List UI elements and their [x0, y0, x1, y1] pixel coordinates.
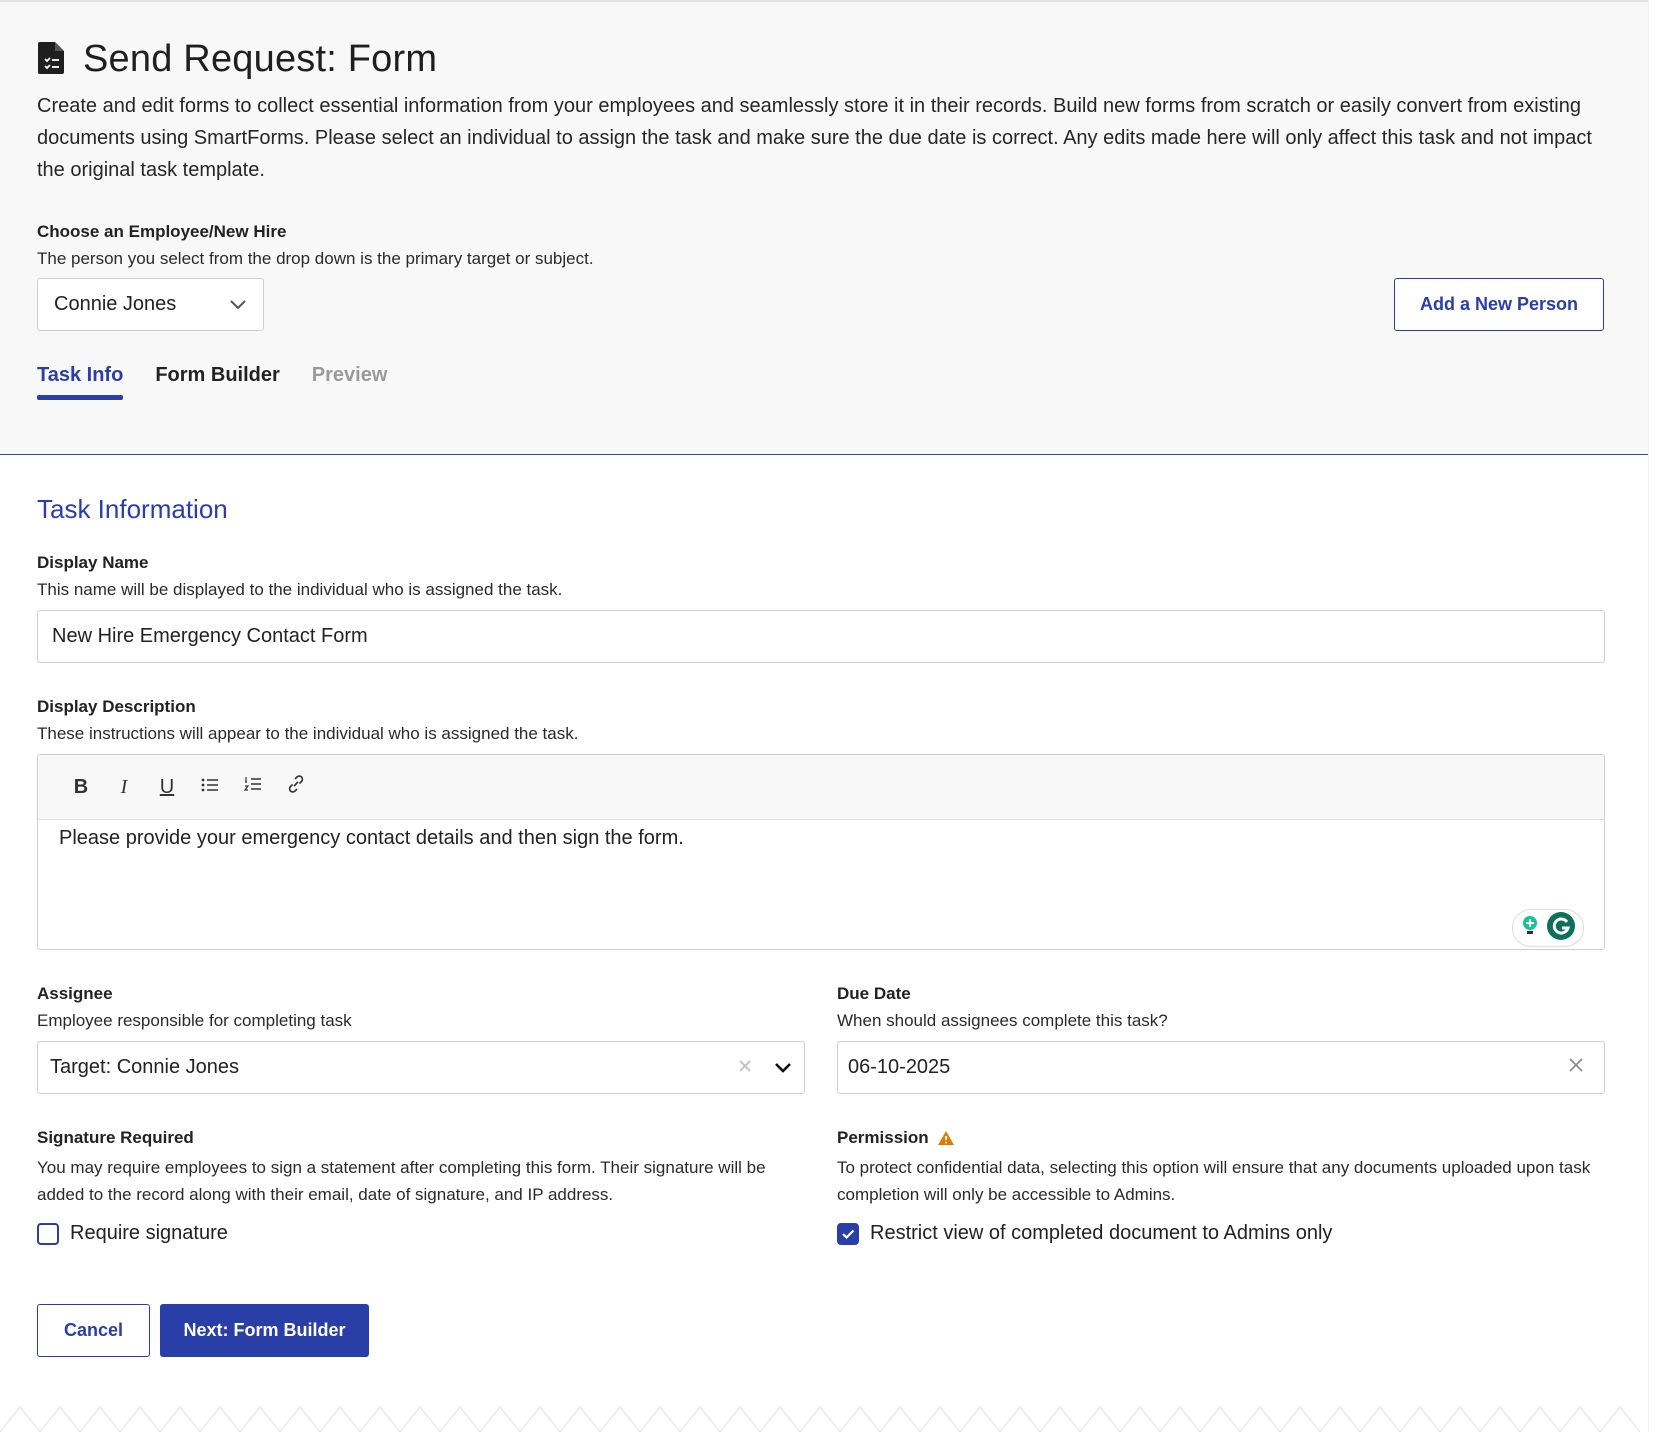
bold-button[interactable]: B: [60, 769, 102, 805]
decorative-footer-pattern: [0, 1403, 1648, 1432]
numbered-list-icon: [243, 775, 262, 799]
tab-form-builder[interactable]: Form Builder: [155, 364, 279, 400]
display-name-label: Display Name: [37, 553, 149, 572]
tab-preview[interactable]: Preview: [312, 364, 388, 400]
assignee-hint: Employee responsible for completing task: [37, 1011, 352, 1030]
page: Send Request: Form Create and edit forms…: [0, 0, 1648, 1432]
permission-label-row: Permission: [837, 1128, 955, 1148]
permission-hint: To protect confidential data, selecting …: [837, 1158, 1591, 1204]
numbered-list-button[interactable]: [232, 769, 274, 805]
editor-content[interactable]: Please provide your emergency contact de…: [38, 820, 1604, 857]
form-document-icon: [37, 39, 83, 80]
assignee-label: Assignee: [37, 984, 113, 1003]
permission-label: Permission: [837, 1128, 929, 1147]
bullet-list-button[interactable]: [189, 769, 231, 805]
section-title: Task Information: [37, 494, 228, 524]
add-new-person-button[interactable]: Add a New Person: [1394, 278, 1604, 331]
clear-x-icon[interactable]: [738, 1056, 752, 1079]
due-date-label: Due Date: [837, 984, 911, 1003]
assignee-select[interactable]: Target: Connie Jones: [37, 1041, 805, 1094]
grammarly-widget[interactable]: [1512, 909, 1584, 947]
signature-hint: You may require employees to sign a stat…: [37, 1158, 766, 1204]
due-date-value: 06-10-2025: [848, 1056, 951, 1078]
rich-text-editor[interactable]: B I U Please provide your emergency cont…: [37, 754, 1605, 950]
title-row: Send Request: Form: [37, 38, 437, 81]
next-form-builder-button[interactable]: Next: Form Builder: [160, 1304, 369, 1357]
restrict-view-option[interactable]: Restrict view of completed document to A…: [837, 1222, 1332, 1245]
signature-label: Signature Required: [37, 1128, 194, 1147]
restrict-view-checkbox[interactable]: [837, 1222, 859, 1245]
grammarly-icon: [1546, 911, 1576, 946]
display-name-hint: This name will be displayed to the indiv…: [37, 580, 563, 599]
employee-hint: The person you select from the drop down…: [37, 249, 594, 268]
assignee-value: Target: Connie Jones: [50, 1056, 240, 1078]
display-name-value: New Hire Emergency Contact Form: [52, 625, 368, 647]
warning-icon: [937, 1130, 955, 1146]
employee-select[interactable]: Connie Jones: [37, 278, 264, 331]
chevron-down-icon[interactable]: [774, 1056, 792, 1079]
page-title: Send Request: Form: [83, 38, 438, 80]
top-divider: [0, 0, 1648, 2]
restrict-view-label: Restrict view of completed document to A…: [870, 1222, 1333, 1244]
cancel-button[interactable]: Cancel: [37, 1304, 150, 1357]
require-signature-label: Require signature: [70, 1222, 228, 1244]
decorative-side-pattern: [1648, 0, 1658, 1432]
require-signature-option[interactable]: Require signature: [37, 1222, 228, 1245]
employee-label: Choose an Employee/New Hire: [37, 222, 287, 241]
display-description-hint: These instructions will appear to the in…: [37, 724, 579, 743]
due-date-input[interactable]: 06-10-2025: [837, 1041, 1605, 1094]
tab-task-info[interactable]: Task Info: [37, 364, 124, 400]
page-header: Send Request: Form Create and edit forms…: [0, 0, 1648, 455]
display-description-label: Display Description: [37, 697, 196, 716]
checkmark-icon: [841, 1228, 855, 1240]
clear-x-icon[interactable]: [1568, 1056, 1584, 1079]
chevron-down-icon: [229, 293, 247, 316]
link-icon: [286, 774, 306, 800]
link-button[interactable]: [275, 769, 317, 805]
bullet-list-icon: [201, 776, 219, 799]
require-signature-checkbox[interactable]: [37, 1222, 59, 1245]
editor-toolbar: B I U: [38, 755, 1604, 820]
display-name-input[interactable]: New Hire Emergency Contact Form: [37, 610, 1605, 663]
employee-select-value: Connie Jones: [54, 293, 177, 315]
italic-button[interactable]: I: [103, 769, 145, 805]
bulb-icon: [1520, 914, 1540, 943]
page-description: Create and edit forms to collect essenti…: [37, 95, 1592, 181]
due-date-hint: When should assignees complete this task…: [837, 1011, 1168, 1030]
tab-bar: Task Info Form Builder Preview: [37, 364, 419, 400]
underline-button[interactable]: U: [146, 769, 188, 805]
